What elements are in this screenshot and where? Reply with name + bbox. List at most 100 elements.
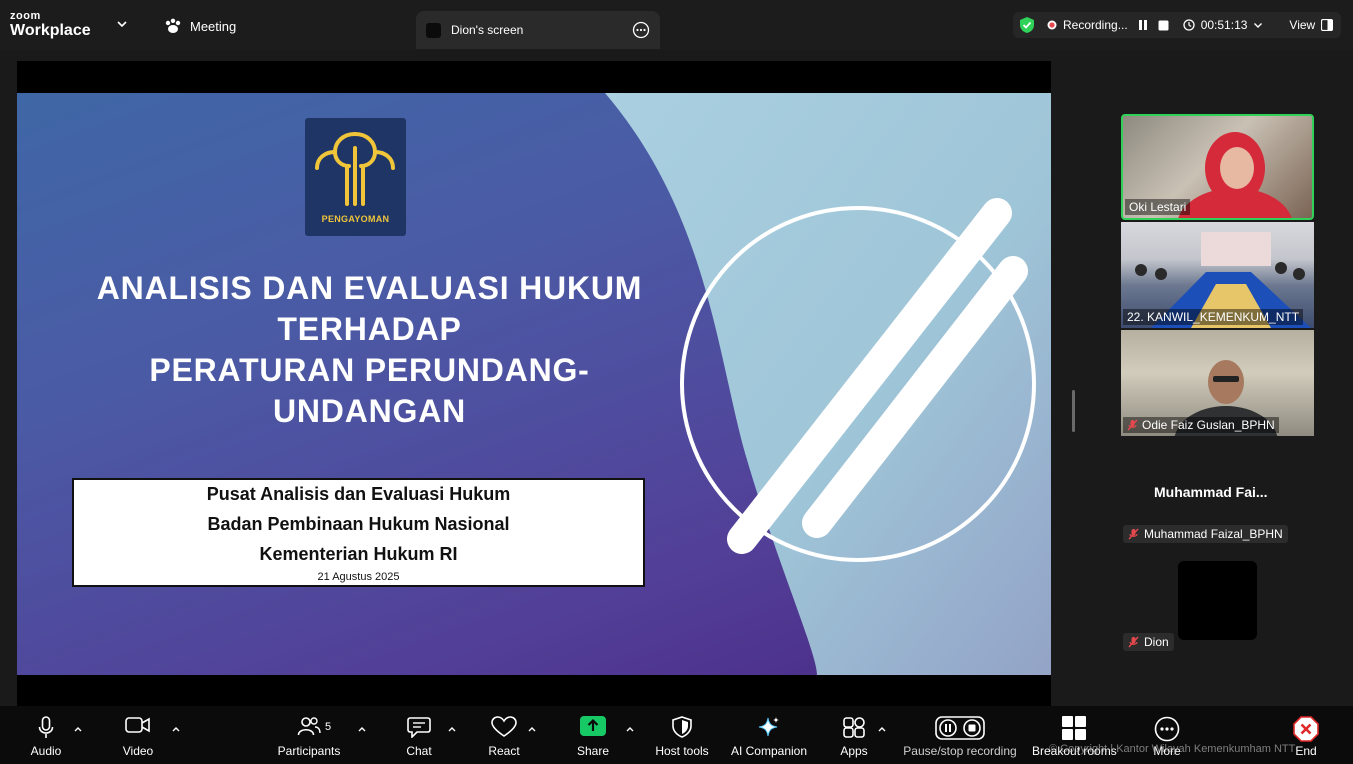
slide-title-line-2: TERHADAP [277, 311, 462, 347]
chevron-down-icon [1254, 22, 1263, 28]
chat-icon [407, 717, 431, 738]
breakout-rooms-button[interactable]: Breakout rooms [1032, 706, 1117, 764]
share-label: Share [576, 744, 610, 758]
shield-icon [672, 716, 692, 738]
brand-top: zoom [10, 10, 41, 22]
slide-info-box: Pusat Analisis dan Evaluasi Hukum Badan … [72, 478, 645, 587]
more-options-icon[interactable] [632, 21, 650, 39]
ai-companion-label: AI Companion [730, 744, 808, 758]
react-label: React [488, 744, 520, 758]
shared-screen-area[interactable]: PENGAYOMAN ANALISIS DAN EVALUASI HUKUM T… [17, 61, 1051, 706]
microphone-icon [38, 716, 54, 738]
participant-chip-muhammad-faizal[interactable]: Muhammad Faizal_BPHN [1123, 525, 1288, 543]
pengayoman-logo: PENGAYOMAN [305, 118, 406, 236]
share-screen-icon [580, 716, 606, 736]
shield-check-icon[interactable] [1019, 16, 1035, 34]
chevron-up-icon[interactable] [527, 724, 537, 734]
chevron-up-icon[interactable] [171, 724, 181, 734]
chip-name: Muhammad Faizal_BPHN [1144, 527, 1283, 541]
apps-label: Apps [840, 744, 868, 758]
participant-chip-dion[interactable]: Dion [1123, 633, 1174, 651]
video-tile-odie-faiz[interactable]: Odie Faiz Guslan_BPHN [1121, 330, 1314, 436]
participant-large-name: Muhammad Fai... [1154, 484, 1268, 500]
host-tools-button[interactable]: Host tools [650, 706, 714, 764]
slide-title-line-3: PERATURAN PERUNDANG- [149, 352, 590, 388]
copyright-watermark: © Copyright | Kantor Wilayah Kemenkumham… [1049, 743, 1296, 755]
video-tile-kanwil-ntt[interactable]: 22. KANWIL_KEMENKUM_NTT [1121, 222, 1314, 328]
info-line-2: Badan Pembinaan Hukum Nasional [207, 514, 510, 534]
record-dot-icon [1047, 20, 1057, 30]
chevron-down-icon[interactable] [116, 20, 128, 28]
meeting-tab-label: Meeting [190, 18, 237, 34]
meeting-status-bar: Recording... 00:51:13 View [1013, 12, 1341, 38]
tile-name: Odie Faiz Guslan_BPHN [1123, 417, 1279, 433]
chevron-up-icon[interactable] [357, 724, 367, 734]
chevron-up-icon[interactable] [625, 724, 635, 734]
meeting-tab[interactable]: Meeting [164, 18, 236, 34]
audio-label: Audio [30, 744, 62, 758]
chat-label: Chat [406, 744, 432, 758]
view-button[interactable]: View [1289, 18, 1334, 32]
tile-name: Oki Lestari [1125, 199, 1191, 215]
pengayoman-emblem-icon [315, 132, 395, 206]
tile-name-text: Odie Faiz Guslan_BPHN [1142, 418, 1275, 432]
video-camera-icon [125, 717, 150, 733]
pause-icon[interactable] [1138, 19, 1148, 31]
info-line-1: Pusat Analisis dan Evaluasi Hukum [206, 484, 511, 504]
chevron-up-icon[interactable] [877, 724, 887, 734]
video-label: Video [122, 744, 154, 758]
share-button[interactable]: Share [570, 706, 616, 764]
pause-stop-recording-label: Pause/stop recording [903, 744, 1017, 758]
paw-icon [165, 18, 181, 33]
audio-button[interactable]: Audio [20, 706, 72, 764]
heart-icon [491, 716, 517, 737]
screen-tab-icon [426, 22, 441, 38]
stop-icon[interactable] [1158, 20, 1169, 31]
meeting-timer[interactable]: 00:51:13 [1183, 18, 1264, 32]
pause-stop-recording-button[interactable]: Pause/stop recording [900, 706, 1020, 764]
participants-count: 5 [325, 721, 332, 733]
react-button[interactable]: React [480, 706, 528, 764]
recording-label: Recording... [1063, 18, 1128, 32]
pause-stop-recording-icon [935, 716, 985, 740]
ai-companion-button[interactable]: AI Companion [726, 706, 812, 764]
screen-tab-label: Dion's screen [451, 23, 524, 37]
apps-button[interactable]: Apps [830, 706, 878, 764]
host-tools-label: Host tools [655, 744, 709, 758]
layout-grid-icon [1321, 19, 1334, 31]
more-button[interactable]: More [1144, 706, 1190, 764]
brand-bottom: Workplace [10, 22, 91, 39]
presentation-slide: PENGAYOMAN ANALISIS DAN EVALUASI HUKUM T… [17, 93, 1051, 675]
video-button[interactable]: Video [112, 706, 164, 764]
breakout-rooms-icon [1062, 716, 1086, 740]
more-icon [1154, 716, 1180, 742]
chevron-up-icon[interactable] [447, 724, 457, 734]
top-bar: zoom Workplace Meeting Dion's screen Rec… [0, 0, 1353, 50]
slide-date: 21 Agustus 2025 [317, 571, 400, 583]
tile-name-text: 22. KANWIL_KEMENKUM_NTT [1127, 310, 1300, 324]
slide-title: ANALISIS DAN EVALUASI HUKUM TERHADAP PER… [67, 268, 672, 432]
participants-icon [297, 717, 321, 736]
sparkle-icon [758, 717, 779, 737]
recording-indicator[interactable]: Recording... [1047, 18, 1128, 32]
end-meeting-button[interactable]: End [1284, 706, 1328, 764]
tile-name-text: Oki Lestari [1129, 200, 1187, 214]
logo-text: PENGAYOMAN [321, 214, 390, 224]
participants-label: Participants [277, 744, 341, 758]
slide-title-line-1: ANALISIS DAN EVALUASI HUKUM [96, 270, 643, 306]
mic-muted-icon [1128, 528, 1139, 540]
zoom-workplace-logo[interactable]: zoom Workplace [10, 11, 91, 39]
slide-title-line-4: UNDANGAN [272, 393, 467, 429]
end-call-icon [1293, 716, 1319, 742]
chat-button[interactable]: Chat [396, 706, 442, 764]
chevron-up-icon[interactable] [73, 724, 83, 734]
clock-icon [1183, 19, 1195, 31]
timer-value: 00:51:13 [1200, 18, 1248, 32]
info-line-3: Kementerian Hukum RI [259, 544, 458, 564]
video-off-tile[interactable] [1178, 561, 1257, 640]
participants-button[interactable]: Participants [274, 706, 344, 764]
meeting-toolbar: Audio Video Participants 5 Chat React Sh… [0, 706, 1353, 764]
panel-resize-handle[interactable] [1072, 390, 1075, 432]
video-tile-oki-lestari[interactable]: Oki Lestari [1121, 114, 1314, 220]
screen-share-tab[interactable]: Dion's screen [416, 11, 660, 49]
